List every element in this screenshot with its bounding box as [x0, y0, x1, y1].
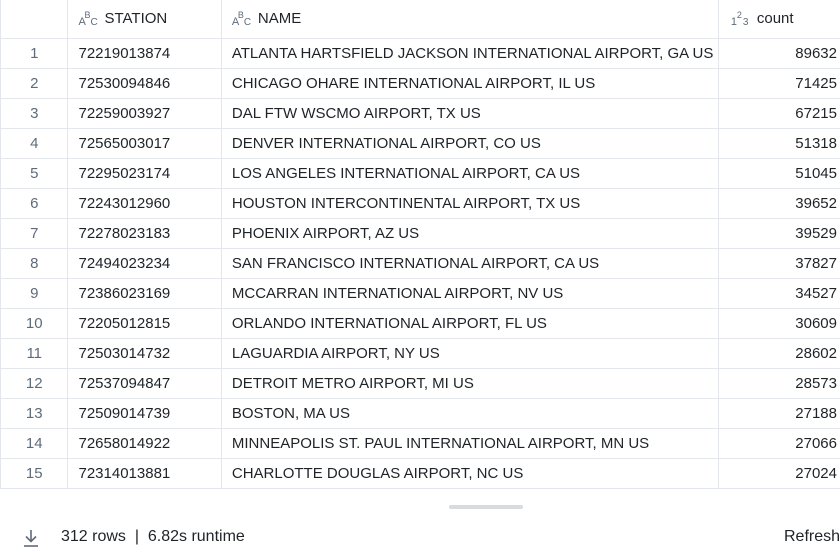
row-index: 7	[0, 218, 69, 249]
name-cell[interactable]: MCCARRAN INTERNATIONAL AIRPORT, NV US	[221, 278, 719, 309]
station-cell[interactable]: 72243012960	[67, 188, 222, 219]
station-cell[interactable]: 72259003927	[67, 98, 222, 129]
station-cell[interactable]: 72494023234	[67, 248, 222, 279]
station-cell[interactable]: 72278023183	[67, 218, 222, 249]
table-row[interactable]: 4 72565003017 DENVER INTERNATIONAL AIRPORT…	[0, 128, 840, 159]
table-row[interactable]: 1 72219013874 ATLANTA HARTSFIELD JACKSON I…	[0, 38, 840, 69]
row-index: 9	[0, 278, 69, 309]
count-cell[interactable]: 39652	[718, 188, 840, 219]
station-cell[interactable]: 72386023169	[67, 278, 222, 309]
name-cell[interactable]: CHICAGO OHARE INTERNATIONAL AIRPORT, IL …	[221, 68, 719, 99]
row-index-header	[0, 0, 69, 39]
name-cell[interactable]: LOS ANGELES INTERNATIONAL AIRPORT, CA US	[221, 158, 719, 189]
table-row[interactable]: 2 72530094846 CHICAGO OHARE INTERNATIONAL …	[0, 68, 840, 99]
station-cell[interactable]: 72565003017	[67, 128, 222, 159]
row-index: 1	[0, 38, 69, 69]
column-header-count[interactable]: 123 count	[718, 0, 840, 39]
station-cell[interactable]: 72205012815	[67, 308, 222, 339]
table-row[interactable]: 3 72259003927 DAL FTW WSCMO AIRPORT, TX US…	[0, 98, 840, 129]
table-row[interactable]: 12 72537094847 DETROIT METRO AIRPORT, MI U…	[0, 368, 840, 399]
count-cell[interactable]: 34527	[718, 278, 840, 309]
column-header-name[interactable]: ABC NAME	[221, 0, 719, 39]
count-cell[interactable]: 89632	[718, 38, 840, 69]
count-cell[interactable]: 51045	[718, 158, 840, 189]
row-index: 6	[0, 188, 69, 219]
station-cell[interactable]: 72658014922	[67, 428, 222, 459]
number-type-icon: 123	[730, 9, 749, 28]
header-row: ABC STATION ABC NAME 1 2 3 count	[0, 0, 840, 39]
horizontal-scrollbar-thumb[interactable]	[449, 505, 523, 509]
download-icon[interactable]	[22, 528, 40, 548]
row-index: 12	[0, 368, 69, 399]
count-cell[interactable]: 71425	[718, 68, 840, 99]
table-row[interactable]: 11 72503014732 LAGUARDIA AIRPORT, NY US 286…	[0, 338, 840, 369]
table-row[interactable]: 6 72243012960 HOUSTON INTERCONTINENTAL AIR…	[0, 188, 840, 219]
name-cell[interactable]: MINNEAPOLIS ST. PAUL INTERNATIONAL AIRPO…	[221, 428, 719, 459]
count-cell[interactable]: 28573	[718, 368, 840, 399]
count-cell[interactable]: 30609	[718, 308, 840, 339]
row-index: 13	[0, 398, 69, 429]
string-type-icon: ABC	[231, 9, 252, 28]
results-table: ABC STATION ABC NAME 1 2 3 count 1 72219…	[0, 0, 840, 489]
count-cell[interactable]: 37827	[718, 248, 840, 279]
table-row[interactable]: 13 72509014739 BOSTON, MA US 27188	[0, 398, 840, 429]
name-cell[interactable]: DAL FTW WSCMO AIRPORT, TX US	[221, 98, 719, 129]
column-header-label: STATION	[104, 10, 168, 28]
status-separator: |	[134, 528, 139, 545]
results-grid: ABC STATION ABC NAME 1 2 3 count 1 72219…	[0, 0, 840, 502]
runtime-text: 6.82s runtime	[147, 528, 245, 545]
count-cell[interactable]: 39529	[718, 218, 840, 249]
name-cell[interactable]: ATLANTA HARTSFIELD JACKSON INTERNATIONAL…	[221, 38, 719, 69]
row-index: 11	[0, 338, 69, 369]
name-cell[interactable]: BOSTON, MA US	[221, 398, 719, 429]
table-row[interactable]: 8 72494023234 SAN FRANCISCO INTERNATIONAL …	[0, 248, 840, 279]
count-cell[interactable]: 67215	[718, 98, 840, 129]
table-row[interactable]: 15 72314013881 CHARLOTTE DOUGLAS AIRPORT, …	[0, 458, 840, 489]
row-index: 4	[0, 128, 69, 159]
table-row[interactable]: 5 72295023174 LOS ANGELES INTERNATIONAL AI…	[0, 158, 840, 189]
column-header-label: count	[756, 10, 794, 28]
table-row[interactable]: 14 72658014922 MINNEAPOLIS ST. PAUL INTERN…	[0, 428, 840, 459]
count-cell[interactable]: 27066	[718, 428, 840, 459]
result-status: 312 rows | 6.82s runtime	[61, 528, 245, 546]
count-cell[interactable]: 27188	[718, 398, 840, 429]
name-cell[interactable]: DETROIT METRO AIRPORT, MI US	[221, 368, 719, 399]
row-index: 14	[0, 428, 69, 459]
row-index: 15	[0, 458, 69, 489]
row-index: 3	[0, 98, 69, 129]
count-cell[interactable]: 51318	[718, 128, 840, 159]
station-cell[interactable]: 72219013874	[67, 38, 222, 69]
row-index: 8	[0, 248, 69, 279]
name-cell[interactable]: HOUSTON INTERCONTINENTAL AIRPORT, TX US	[221, 188, 719, 219]
table-row[interactable]: 7 72278023183 PHOENIX AIRPORT, AZ US 39529	[0, 218, 840, 249]
table-row[interactable]: 9 72386023169 MCCARRAN INTERNATIONAL AIRPO…	[0, 278, 840, 309]
row-index: 5	[0, 158, 69, 189]
name-cell[interactable]: LAGUARDIA AIRPORT, NY US	[221, 338, 719, 369]
results-footer: 312 rows | 6.82s runtime Refreshe	[0, 516, 840, 557]
station-cell[interactable]: 72295023174	[67, 158, 222, 189]
station-cell[interactable]: 72314013881	[67, 458, 222, 489]
name-cell[interactable]: CHARLOTTE DOUGLAS AIRPORT, NC US	[221, 458, 719, 489]
name-cell[interactable]: PHOENIX AIRPORT, AZ US	[221, 218, 719, 249]
name-cell[interactable]: ORLANDO INTERNATIONAL AIRPORT, FL US	[221, 308, 719, 339]
name-cell[interactable]: SAN FRANCISCO INTERNATIONAL AIRPORT, CA …	[221, 248, 719, 279]
count-cell[interactable]: 27024	[718, 458, 840, 489]
station-cell[interactable]: 72509014739	[67, 398, 222, 429]
station-cell[interactable]: 72537094847	[67, 368, 222, 399]
row-count: 312 rows	[61, 528, 126, 545]
string-type-icon: ABC	[78, 9, 98, 28]
name-cell[interactable]: DENVER INTERNATIONAL AIRPORT, CO US	[221, 128, 719, 159]
row-index: 10	[0, 308, 69, 339]
row-index: 2	[0, 68, 69, 99]
table-row[interactable]: 10 72205012815 ORLANDO INTERNATIONAL AIRPO…	[0, 308, 840, 339]
column-header-label: NAME	[257, 10, 302, 28]
station-cell[interactable]: 72503014732	[67, 338, 222, 369]
refresh-button[interactable]: Refreshe	[784, 528, 840, 546]
station-cell[interactable]: 72530094846	[67, 68, 222, 99]
count-cell[interactable]: 28602	[718, 338, 840, 369]
column-header-station[interactable]: ABC STATION	[67, 0, 222, 39]
